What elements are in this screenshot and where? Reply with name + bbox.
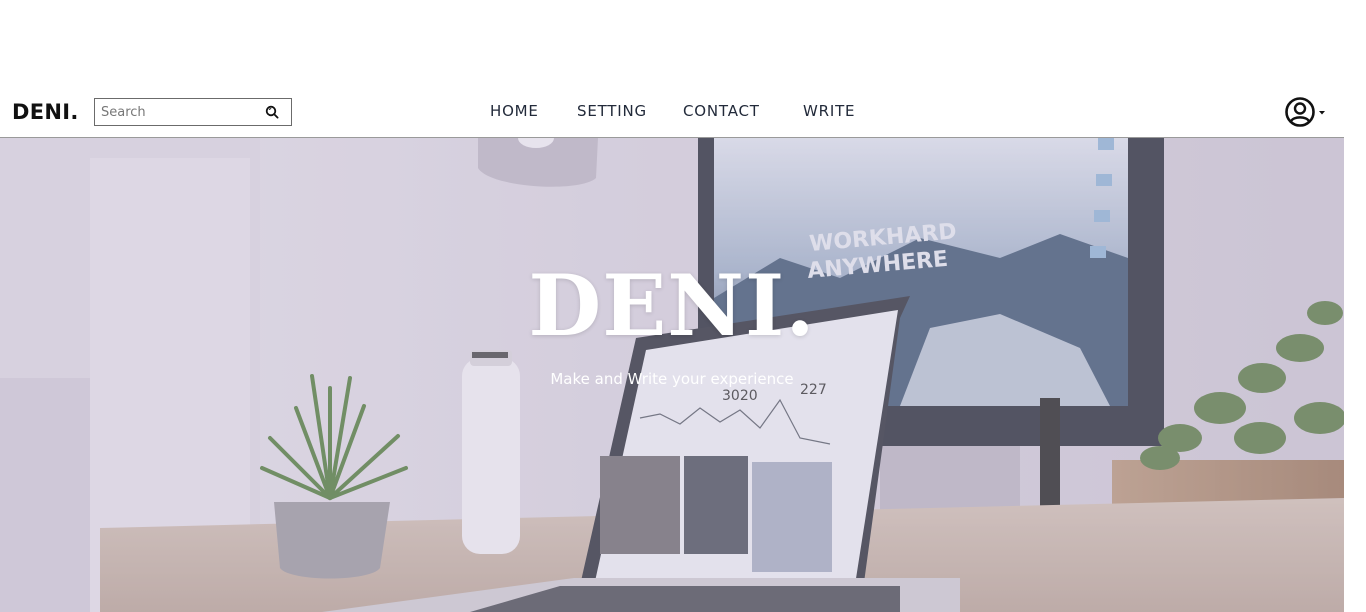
- nav-setting[interactable]: SETTING: [577, 102, 647, 120]
- hero-banner: WORKHARD ANYWHERE 3020 227 DENI. Make an…: [0, 138, 1344, 612]
- search-input[interactable]: [95, 99, 261, 125]
- caret-down-icon: [1319, 111, 1325, 115]
- hero-subtitle: Make and Write your experience: [550, 370, 794, 388]
- search-box: [94, 98, 292, 126]
- top-navbar: DENI. HOME SETTING CONTACT WRITE: [0, 88, 1344, 138]
- search-icon[interactable]: [265, 105, 279, 119]
- nav-contact[interactable]: CONTACT: [683, 102, 760, 120]
- hero-title: DENI.: [528, 256, 816, 355]
- brand-logo[interactable]: DENI.: [12, 100, 79, 124]
- nav-home[interactable]: HOME: [490, 102, 539, 120]
- page: DENI. HOME SETTING CONTACT WRITE: [0, 0, 1366, 612]
- page-scrollbar[interactable]: [1344, 0, 1366, 612]
- user-menu-button[interactable]: [1284, 96, 1330, 128]
- nav-write[interactable]: WRITE: [803, 102, 855, 120]
- user-circle-icon: [1285, 97, 1315, 127]
